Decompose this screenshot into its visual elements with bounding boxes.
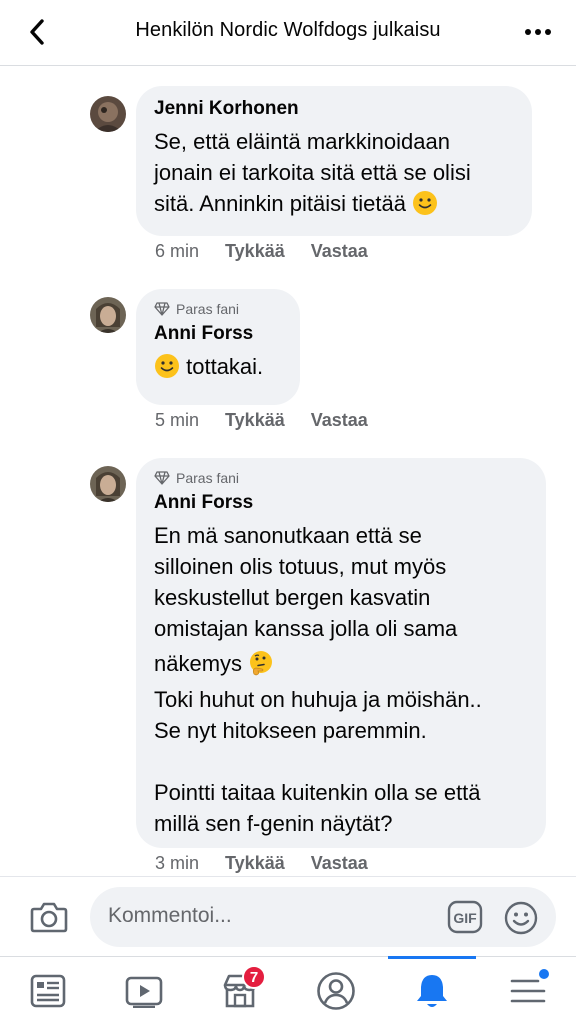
- diamond-icon: [154, 471, 170, 485]
- top-fan-badge: Paras fani: [154, 470, 528, 486]
- avatar[interactable]: [90, 96, 126, 132]
- reply-link[interactable]: Vastaa: [311, 853, 368, 874]
- comment-actions: 5 min Tykkää Vastaa: [155, 410, 368, 431]
- diamond-icon: [154, 302, 170, 316]
- more-horizontal-icon: [525, 29, 551, 35]
- profile-icon: [317, 972, 355, 1010]
- top-fan-badge: Paras fani: [154, 301, 282, 317]
- notification-count-badge: 7: [242, 965, 266, 989]
- camera-button[interactable]: [28, 897, 70, 937]
- tab-menu[interactable]: [480, 957, 576, 1024]
- comment-input-placeholder[interactable]: Kommentoi...: [108, 904, 232, 928]
- smiley-icon[interactable]: [503, 900, 539, 936]
- tab-notifications[interactable]: [384, 957, 480, 1024]
- camera-icon: [30, 902, 68, 933]
- comment-text: En mä sanonutkaan että se silloinen olis…: [154, 523, 482, 836]
- thinking-face-icon: [250, 651, 273, 676]
- comment-actions: 3 min Tykkää Vastaa: [155, 853, 368, 874]
- comment-time: 5 min: [155, 410, 200, 430]
- comment-input[interactable]: Kommentoi... GIF: [90, 887, 556, 947]
- tab-profile[interactable]: [288, 957, 384, 1024]
- top-bar: Henkilön Nordic Wolfdogs julkaisu: [0, 0, 576, 66]
- bottom-tab-bar: 7: [0, 956, 576, 1024]
- like-link[interactable]: Tykkää: [225, 410, 285, 431]
- avatar[interactable]: [90, 297, 126, 333]
- bell-icon: [417, 975, 447, 1007]
- comment-bubble[interactable]: Paras fani Anni Forss En mä sanonutkaan …: [136, 458, 546, 848]
- comment-author[interactable]: Jenni Korhonen: [154, 98, 514, 120]
- news-feed-icon: [30, 974, 66, 1008]
- svg-text:GIF: GIF: [453, 910, 477, 926]
- slightly-smiling-face-icon: [155, 354, 179, 378]
- tab-watch[interactable]: [96, 957, 192, 1024]
- comment-bubble[interactable]: Paras fani Anni Forss tottakai.: [136, 289, 300, 405]
- gif-icon[interactable]: GIF: [447, 900, 483, 934]
- hamburger-menu-icon: [510, 979, 546, 1003]
- comment-text: tottakai.: [154, 351, 282, 382]
- video-play-icon: [125, 976, 163, 1008]
- reply-link[interactable]: Vastaa: [311, 410, 368, 431]
- comment-text: Se, että eläintä markkinoidaan jonain ei …: [154, 129, 471, 216]
- comment-author[interactable]: Anni Forss: [154, 323, 282, 345]
- comment-composer: Kommentoi... GIF: [0, 876, 576, 956]
- like-link[interactable]: Tykkää: [225, 853, 285, 874]
- comment-author[interactable]: Anni Forss: [154, 492, 528, 514]
- avatar[interactable]: [90, 466, 126, 502]
- more-options-button[interactable]: [522, 22, 554, 42]
- tab-marketplace[interactable]: 7: [192, 957, 288, 1024]
- comment-time: 6 min: [155, 241, 200, 261]
- page-title: Henkilön Nordic Wolfdogs julkaisu: [135, 19, 441, 41]
- comment-time: 3 min: [155, 853, 200, 873]
- comment-actions: 6 min Tykkää Vastaa: [155, 241, 368, 262]
- tab-news-feed[interactable]: [0, 957, 96, 1024]
- menu-notification-dot: [539, 969, 549, 979]
- comment-bubble[interactable]: Jenni Korhonen Se, että eläintä markkino…: [136, 86, 532, 236]
- slightly-smiling-face-icon: [413, 191, 438, 215]
- like-link[interactable]: Tykkää: [225, 241, 285, 262]
- reply-link[interactable]: Vastaa: [311, 241, 368, 262]
